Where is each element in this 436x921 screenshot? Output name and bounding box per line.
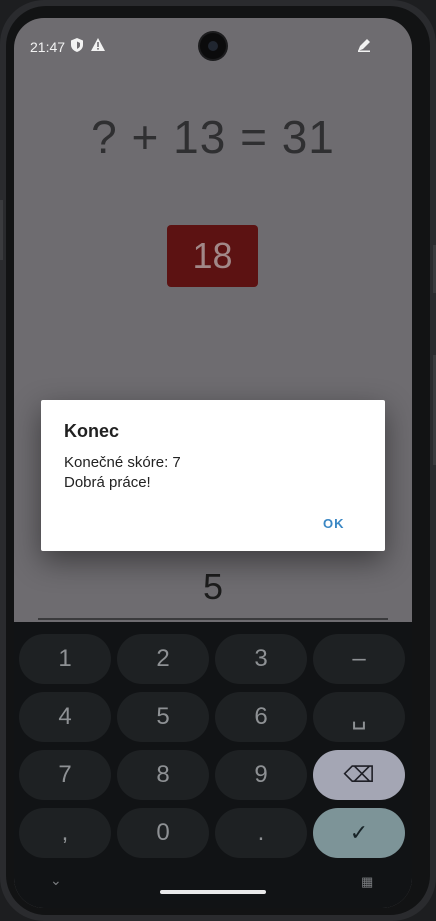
navigation-bar: ⌄ ▦ — [14, 868, 412, 908]
key-9[interactable]: 9 — [215, 750, 307, 800]
ok-button[interactable]: OK — [323, 516, 345, 531]
key-period[interactable]: . — [215, 808, 307, 858]
equation-text: ? + 13 = 31 — [91, 111, 335, 163]
key-3[interactable]: 3 — [215, 634, 307, 684]
key-minus[interactable]: – — [313, 634, 405, 684]
volume-button — [0, 200, 3, 260]
numeric-keyboard: 1 2 3 – 4 5 6 ␣ 7 8 9 ⌫ , 0 . ✓ — [14, 622, 412, 908]
dialog-praise: Dobrá práce! — [64, 474, 151, 491]
input-underline — [38, 618, 388, 620]
collapse-keyboard-icon[interactable]: ⌄ — [50, 872, 62, 889]
key-4[interactable]: 4 — [19, 692, 111, 742]
dialog-title: Konec — [64, 421, 120, 441]
key-8[interactable]: 8 — [117, 750, 209, 800]
front-camera — [200, 33, 226, 59]
status-bar: 21:47 — [14, 18, 412, 74]
dialog-message: Konečné skóre: 7 Dobrá práce! — [64, 453, 181, 493]
warning-icon — [91, 38, 105, 54]
key-1[interactable]: 1 — [19, 634, 111, 684]
backspace-key[interactable]: ⌫ — [313, 750, 405, 800]
key-comma[interactable]: , — [19, 808, 111, 858]
key-5[interactable]: 5 — [117, 692, 209, 742]
answer-input[interactable]: 5 — [14, 566, 412, 608]
key-7[interactable]: 7 — [19, 750, 111, 800]
status-time: 21:47 — [30, 39, 66, 55]
keyboard-switch-icon[interactable]: ▦ — [361, 874, 373, 890]
screen: 21:47 ? + 13 = 31 18 5 Konec Konečné skó… — [14, 18, 412, 908]
dialog-score: Konečné skóre: 7 — [64, 454, 181, 471]
key-space[interactable]: ␣ — [313, 692, 405, 742]
home-indicator[interactable] — [160, 890, 266, 894]
edit-icon — [357, 38, 371, 55]
end-dialog: Konec Konečné skóre: 7 Dobrá práce! OK — [41, 400, 385, 551]
key-2[interactable]: 2 — [117, 634, 209, 684]
shield-icon — [71, 38, 83, 55]
key-0[interactable]: 0 — [117, 808, 209, 858]
key-6[interactable]: 6 — [215, 692, 307, 742]
answer-box: 18 — [167, 225, 258, 287]
enter-key[interactable]: ✓ — [313, 808, 405, 858]
